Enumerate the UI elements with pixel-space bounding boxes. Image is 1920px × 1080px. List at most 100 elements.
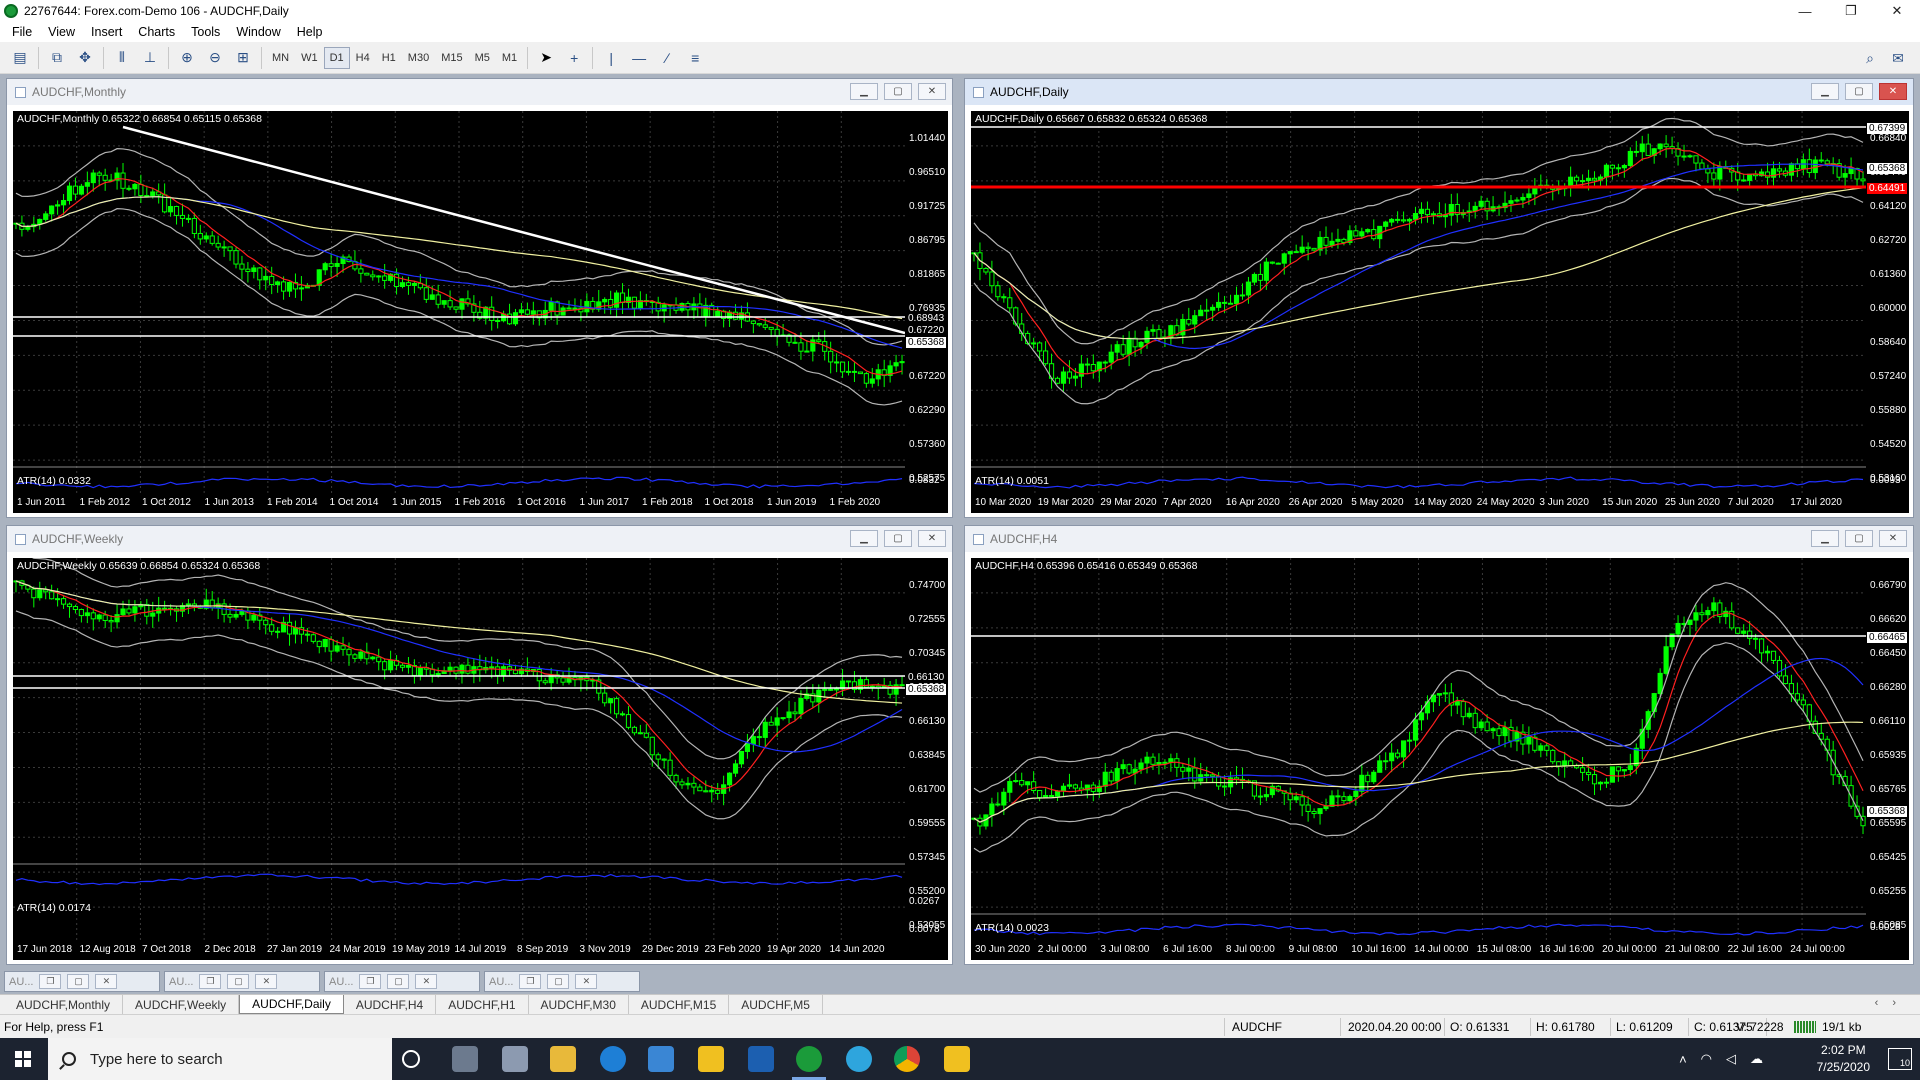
menu-charts[interactable]: Charts bbox=[130, 25, 183, 39]
tab-audchf-weekly[interactable]: AUDCHF,Weekly bbox=[123, 995, 240, 1014]
new-chart-icon[interactable]: ▤ bbox=[8, 46, 32, 70]
chart-minimize-button[interactable]: ▁ bbox=[850, 530, 878, 547]
date-axis[interactable]: 30 Jun 2020 2 Jul 00:00 3 Jul 08:00 6 Jul 1… bbox=[971, 942, 1909, 960]
candlestick-icon[interactable]: ⊥ bbox=[138, 46, 162, 70]
tile-windows-icon[interactable]: ⊞ bbox=[231, 46, 255, 70]
tab-audchf-monthly[interactable]: AUDCHF,Monthly bbox=[4, 995, 124, 1014]
timeframe-mn[interactable]: MN bbox=[266, 47, 295, 69]
tab-audchf-m15[interactable]: AUDCHF,M15 bbox=[629, 995, 730, 1014]
tab-audchf-daily[interactable]: AUDCHF,Daily bbox=[239, 995, 344, 1014]
menu-window[interactable]: Window bbox=[228, 25, 288, 39]
timeframe-h4[interactable]: H4 bbox=[350, 47, 376, 69]
chart-close-button[interactable]: ✕ bbox=[1879, 83, 1907, 100]
chrome-icon[interactable] bbox=[894, 1046, 920, 1072]
profiles-icon[interactable]: ⧉ bbox=[45, 46, 69, 70]
chart-window-daily[interactable]: AUDCHF,Daily ▁ ▢ ✕ AUDCHF,Daily 0.65667 … bbox=[964, 78, 1914, 518]
chart-close-button[interactable]: ✕ bbox=[1879, 530, 1907, 547]
chart-window-titlebar[interactable]: AUDCHF,H4 ▁ ▢ ✕ bbox=[965, 526, 1913, 552]
chart-window-h4[interactable]: AUDCHF,H4 ▁ ▢ ✕ AUDCHF,H4 0.65396 0.6541… bbox=[964, 525, 1914, 965]
chart-minimize-button[interactable]: ▁ bbox=[1811, 83, 1839, 100]
timeframe-h1[interactable]: H1 bbox=[376, 47, 402, 69]
chevron-up-icon[interactable]: ˄ bbox=[1679, 1052, 1687, 1067]
trendline-icon[interactable]: ∕ bbox=[655, 46, 679, 70]
date-axis[interactable]: 10 Mar 2020 19 Mar 2020 29 Mar 2020 7 Apr 2… bbox=[971, 495, 1909, 513]
minimized-chart-window[interactable]: AU... ❐ ▢ ✕ bbox=[484, 971, 640, 992]
taskbar-search-input[interactable]: Type here to search bbox=[48, 1038, 392, 1080]
timeframe-m1[interactable]: M1 bbox=[496, 47, 523, 69]
sticky-notes-icon[interactable] bbox=[944, 1046, 970, 1072]
price-chart-plot[interactable]: AUDCHF,H4 0.65396 0.65416 0.65349 0.6536… bbox=[971, 558, 1866, 942]
chart-maximize-button[interactable]: ▢ bbox=[1845, 530, 1873, 547]
chart-maximize-button[interactable]: ▢ bbox=[884, 83, 912, 100]
file-explorer-icon[interactable] bbox=[550, 1046, 576, 1072]
fx-choice-icon[interactable] bbox=[748, 1046, 774, 1072]
chart-maximize-button[interactable]: ▢ bbox=[1845, 83, 1873, 100]
chart-maximize-button[interactable]: ▢ bbox=[884, 530, 912, 547]
price-chart-plot[interactable]: AUDCHF,Daily 0.65667 0.65832 0.65324 0.6… bbox=[971, 111, 1866, 495]
zoom-in-icon[interactable]: ⊕ bbox=[175, 46, 199, 70]
notification-center-icon[interactable]: 10 bbox=[1888, 1048, 1912, 1070]
start-button[interactable] bbox=[0, 1038, 46, 1080]
menu-view[interactable]: View bbox=[40, 25, 83, 39]
task-view-icon[interactable] bbox=[452, 1046, 478, 1072]
cursor-icon[interactable]: ➤ bbox=[534, 46, 558, 70]
chart-close-button[interactable]: ✕ bbox=[918, 530, 946, 547]
menu-insert[interactable]: Insert bbox=[83, 25, 130, 39]
chart-close-button[interactable]: ✕ bbox=[918, 83, 946, 100]
trendline[interactable] bbox=[122, 125, 905, 335]
timeframe-m30[interactable]: M30 bbox=[402, 47, 435, 69]
tabs-scroll-arrows-icon[interactable]: ‹› bbox=[1875, 997, 1910, 1009]
menu-file[interactable]: File bbox=[4, 25, 40, 39]
bar-chart-icon[interactable]: ⫴ bbox=[110, 46, 134, 70]
tab-audchf-m30[interactable]: AUDCHF,M30 bbox=[529, 995, 629, 1014]
minimized-chart-window[interactable]: AU... ❐ ▢ ✕ bbox=[324, 971, 480, 992]
timeframe-m15[interactable]: M15 bbox=[435, 47, 468, 69]
chart-window-titlebar[interactable]: AUDCHF,Monthly ▁ ▢ ✕ bbox=[7, 79, 952, 105]
volume-icon[interactable]: ◁ bbox=[1726, 1051, 1736, 1067]
tab-audchf-h1[interactable]: AUDCHF,H1 bbox=[436, 995, 529, 1014]
taskbar-clock[interactable]: 2:02 PM 7/25/2020 bbox=[1817, 1042, 1870, 1076]
date-axis[interactable]: 17 Jun 2018 12 Aug 2018 7 Oct 2018 2 Dec 20… bbox=[13, 942, 948, 960]
horizontal-line-icon[interactable]: — bbox=[627, 46, 651, 70]
menu-tools[interactable]: Tools bbox=[183, 25, 228, 39]
timeframe-w1[interactable]: W1 bbox=[295, 47, 324, 69]
vertical-line-icon[interactable]: | bbox=[599, 46, 623, 70]
minimized-chart-window[interactable]: AU... ❐ ▢ ✕ bbox=[164, 971, 320, 992]
timeframe-m5[interactable]: M5 bbox=[469, 47, 496, 69]
price-axis[interactable]: 1.01440 0.96510 0.91725 0.86795 0.81865 0.769… bbox=[905, 111, 948, 495]
tab-audchf-h4[interactable]: AUDCHF,H4 bbox=[344, 995, 437, 1014]
price-axis[interactable]: 0.66790 0.66620 0.66450 0.66280 0.66110 0.659… bbox=[1866, 558, 1909, 942]
minimized-chart-window[interactable]: AU... ❐ ▢ ✕ bbox=[4, 971, 160, 992]
onedrive-icon[interactable]: ☁ bbox=[1750, 1051, 1763, 1067]
zoom-out-icon[interactable]: ⊖ bbox=[203, 46, 227, 70]
chart-minimize-button[interactable]: ▁ bbox=[850, 83, 878, 100]
app-gear-icon[interactable] bbox=[502, 1046, 528, 1072]
telegram-icon[interactable] bbox=[846, 1046, 872, 1072]
remote-desktop-icon[interactable] bbox=[648, 1046, 674, 1072]
navigator-icon[interactable]: ✥ bbox=[73, 46, 97, 70]
search-icon[interactable]: ⌕ bbox=[1858, 46, 1882, 70]
chart-window-titlebar[interactable]: AUDCHF,Weekly ▁ ▢ ✕ bbox=[7, 526, 952, 552]
edge-browser-icon[interactable] bbox=[600, 1046, 626, 1072]
minimize-button[interactable]: — bbox=[1782, 0, 1828, 22]
restore-button[interactable]: ❐ bbox=[1828, 0, 1874, 22]
date-axis[interactable]: 1 Jun 2011 1 Feb 2012 1 Oct 2012 1 Jun 2013… bbox=[13, 495, 948, 513]
crosshair-icon[interactable]: + bbox=[562, 46, 586, 70]
price-chart-plot[interactable]: AUDCHF,Monthly 0.65322 0.66854 0.65115 0… bbox=[13, 111, 905, 495]
chart-window-monthly[interactable]: AUDCHF,Monthly ▁ ▢ ✕ AUDCHF,Monthly 0.65… bbox=[6, 78, 953, 518]
metatrader-taskbar-icon[interactable] bbox=[796, 1046, 822, 1072]
chart-minimize-button[interactable]: ▁ bbox=[1811, 530, 1839, 547]
price-axis[interactable]: 0.747000.725550.703450.682000.661300.638… bbox=[905, 558, 948, 942]
channel-icon[interactable]: ≡ bbox=[683, 46, 707, 70]
menu-help[interactable]: Help bbox=[289, 25, 331, 39]
chart-window-weekly[interactable]: AUDCHF,Weekly ▁ ▢ ✕ AUDCHF,Weekly 0.6563… bbox=[6, 525, 953, 965]
cortana-icon[interactable] bbox=[402, 1050, 420, 1068]
tab-audchf-m5[interactable]: AUDCHF,M5 bbox=[729, 995, 823, 1014]
price-axis[interactable]: 0.668400.654400.641200.627200.613600.600… bbox=[1866, 111, 1909, 495]
wifi-icon[interactable]: ◠ bbox=[1701, 1051, 1712, 1067]
price-chart-plot[interactable]: AUDCHF,Weekly 0.65639 0.66854 0.65324 0.… bbox=[13, 558, 905, 942]
close-button[interactable]: ✕ bbox=[1874, 0, 1920, 22]
timeframe-d1[interactable]: D1 bbox=[323, 46, 350, 69]
sticky-app-icon[interactable] bbox=[698, 1046, 724, 1072]
chat-icon[interactable]: ✉ bbox=[1886, 46, 1910, 70]
